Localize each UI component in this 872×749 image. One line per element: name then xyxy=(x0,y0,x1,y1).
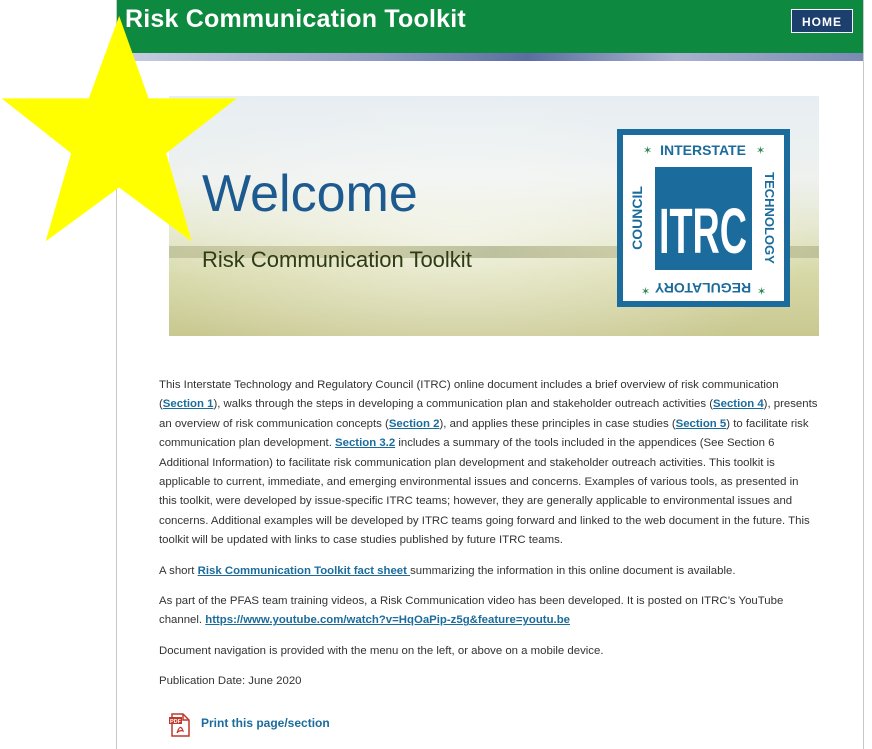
youtube-link[interactable]: https://www.youtube.com/watch?v=HqOaPip-… xyxy=(205,614,570,626)
fact-sheet-paragraph: A short Risk Communication Toolkit fact … xyxy=(159,564,736,577)
logo-left-text: COUNCIL xyxy=(629,186,645,250)
logo-star-icon: ✶ xyxy=(643,144,652,157)
video-paragraph: As part of the PFAS team training videos… xyxy=(159,595,784,627)
pdf-icon[interactable]: PDF xyxy=(169,713,191,737)
banner-subtitle: Risk Communication Toolkit xyxy=(202,247,472,272)
logo-right-text: TECHNOLOGY xyxy=(762,172,777,264)
home-button[interactable]: HOME xyxy=(791,9,853,33)
link-section-4[interactable]: Section 4 xyxy=(713,398,764,410)
logo-mark-text: ITRC xyxy=(659,195,747,267)
logo-top-text: INTERSTATE xyxy=(660,142,746,158)
print-link[interactable]: Print this page/section xyxy=(201,716,330,730)
link-section-1[interactable]: Section 1 xyxy=(163,398,214,410)
itrc-logo-graphic: INTERSTATE ✶ ✶ REGULATORY ✶ ✶ COUNCIL TE… xyxy=(629,142,777,298)
svg-text:PDF: PDF xyxy=(170,719,182,725)
link-section-5[interactable]: Section 5 xyxy=(676,418,727,430)
logo-star-icon: ✶ xyxy=(757,285,766,298)
fact-sheet-link[interactable]: Risk Communication Toolkit fact sheet xyxy=(198,565,410,577)
welcome-banner: Welcome Risk Communication Toolkit INTER… xyxy=(169,96,819,336)
publication-date: Publication Date: June 2020 xyxy=(159,675,302,688)
star-icon xyxy=(1,16,237,242)
logo-star-icon: ✶ xyxy=(641,285,650,298)
main-content: This Interstate Technology and Regulator… xyxy=(159,376,819,703)
logo-star-icon: ✶ xyxy=(756,144,765,157)
logo-bottom-text: REGULATORY xyxy=(654,280,751,296)
navigation-note: Document navigation is provided with the… xyxy=(159,644,604,657)
itrc-logo: INTERSTATE ✶ ✶ REGULATORY ✶ ✶ COUNCIL TE… xyxy=(617,129,790,307)
intro-paragraph: This Interstate Technology and Regulator… xyxy=(159,379,818,547)
link-section-3-2[interactable]: Section 3.2 xyxy=(335,437,395,449)
print-row[interactable]: PDF Print this page/section xyxy=(169,713,330,737)
link-section-2[interactable]: Section 2 xyxy=(389,418,440,430)
